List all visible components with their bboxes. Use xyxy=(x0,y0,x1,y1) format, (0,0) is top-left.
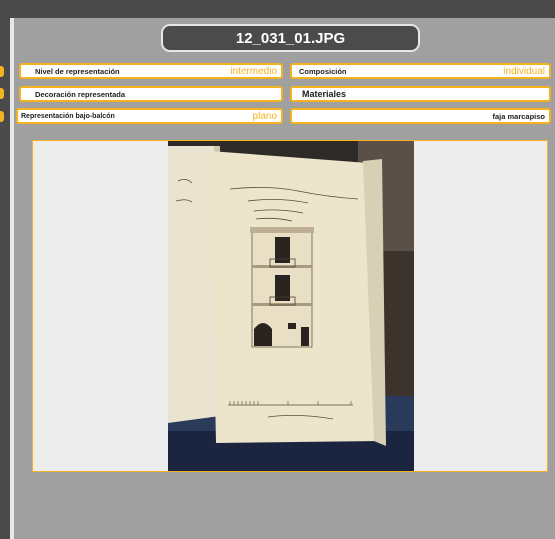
sidebar-tab[interactable] xyxy=(0,88,4,99)
field-value: faja marcapiso xyxy=(492,111,545,121)
field-decoracion: Decoración representada xyxy=(19,86,283,102)
left-sidebar-edge xyxy=(0,18,10,539)
field-materiales: Materiales xyxy=(290,86,551,102)
image-title: 12_031_01.JPG xyxy=(161,24,420,52)
field-faja-marcapiso: faja marcapiso xyxy=(290,108,551,124)
field-value: plano xyxy=(252,110,277,122)
field-label: Materiales xyxy=(302,89,347,99)
document-photo-drawing xyxy=(168,141,414,471)
field-composicion: Composición individual xyxy=(290,63,551,79)
field-label: Nivel de representación xyxy=(35,66,120,76)
top-bar xyxy=(0,0,555,18)
sidebar-tab[interactable] xyxy=(0,66,4,77)
panel-separator xyxy=(10,18,14,539)
field-value: individual xyxy=(503,65,545,77)
field-nivel-representacion: Nivel de representación intermedio xyxy=(19,63,283,79)
field-label: Representación bajo-balcón xyxy=(21,112,115,120)
sidebar-tab[interactable] xyxy=(0,111,4,122)
field-bajo-balcon: Representación bajo-balcón plano xyxy=(16,108,283,124)
field-value: intermedio xyxy=(230,65,277,77)
field-label: Decoración representada xyxy=(35,89,126,99)
field-label: Composición xyxy=(299,66,347,76)
document-photo[interactable] xyxy=(168,141,414,471)
